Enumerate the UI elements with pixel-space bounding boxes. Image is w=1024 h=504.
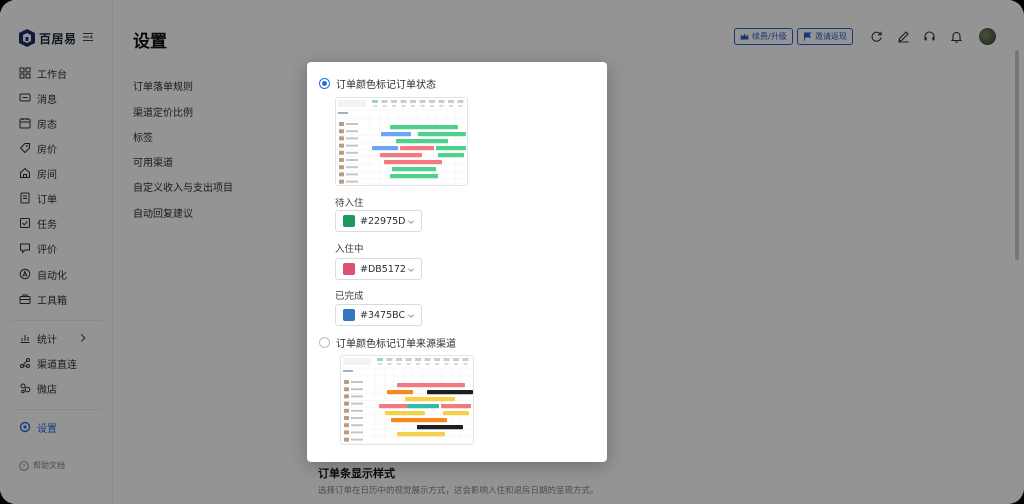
color-swatch [343,309,355,321]
color-value: #22975D [360,215,406,227]
option-channel-color[interactable]: 订单颜色标记订单来源渠道 [319,335,456,350]
status-preview-image [335,97,468,186]
status-color-select[interactable]: #DB5172 [335,258,422,280]
color-swatch [343,215,355,227]
status-color-select[interactable]: #22975D [335,210,422,232]
channel-preview-image [340,355,474,445]
option-channel-label: 订单颜色标记订单来源渠道 [336,339,456,350]
radio-status-color[interactable] [319,78,330,89]
chevron-down-icon [408,268,414,272]
status-preview-calendar [336,98,467,185]
option-status-color[interactable]: 订单颜色标记订单状态 [319,76,436,91]
app-window: 百居易 工作台 消息 房态 房价 房间 订单 任务 评价 自动化 工具箱 统计 渠道直连 微店 设置 ? … [0,0,1024,504]
color-value: #DB5172 [360,263,406,275]
color-value: #3475BC [360,309,406,321]
option-status-label: 订单颜色标记订单状态 [336,80,436,91]
order-color-popover: 订单颜色标记订单状态 待入住 #22975D 入住中 #DB5172 已完成 #3475B… [307,62,607,462]
status-color-label: 待入住 [335,198,364,209]
status-color-label: 入住中 [335,244,364,255]
radio-channel-color[interactable] [319,337,330,348]
chevron-down-icon [408,220,414,224]
status-color-select[interactable]: #3475BC [335,304,422,326]
channel-preview-calendar [341,356,473,444]
status-color-label: 已完成 [335,291,364,302]
color-swatch [343,263,355,275]
chevron-down-icon [408,314,414,318]
